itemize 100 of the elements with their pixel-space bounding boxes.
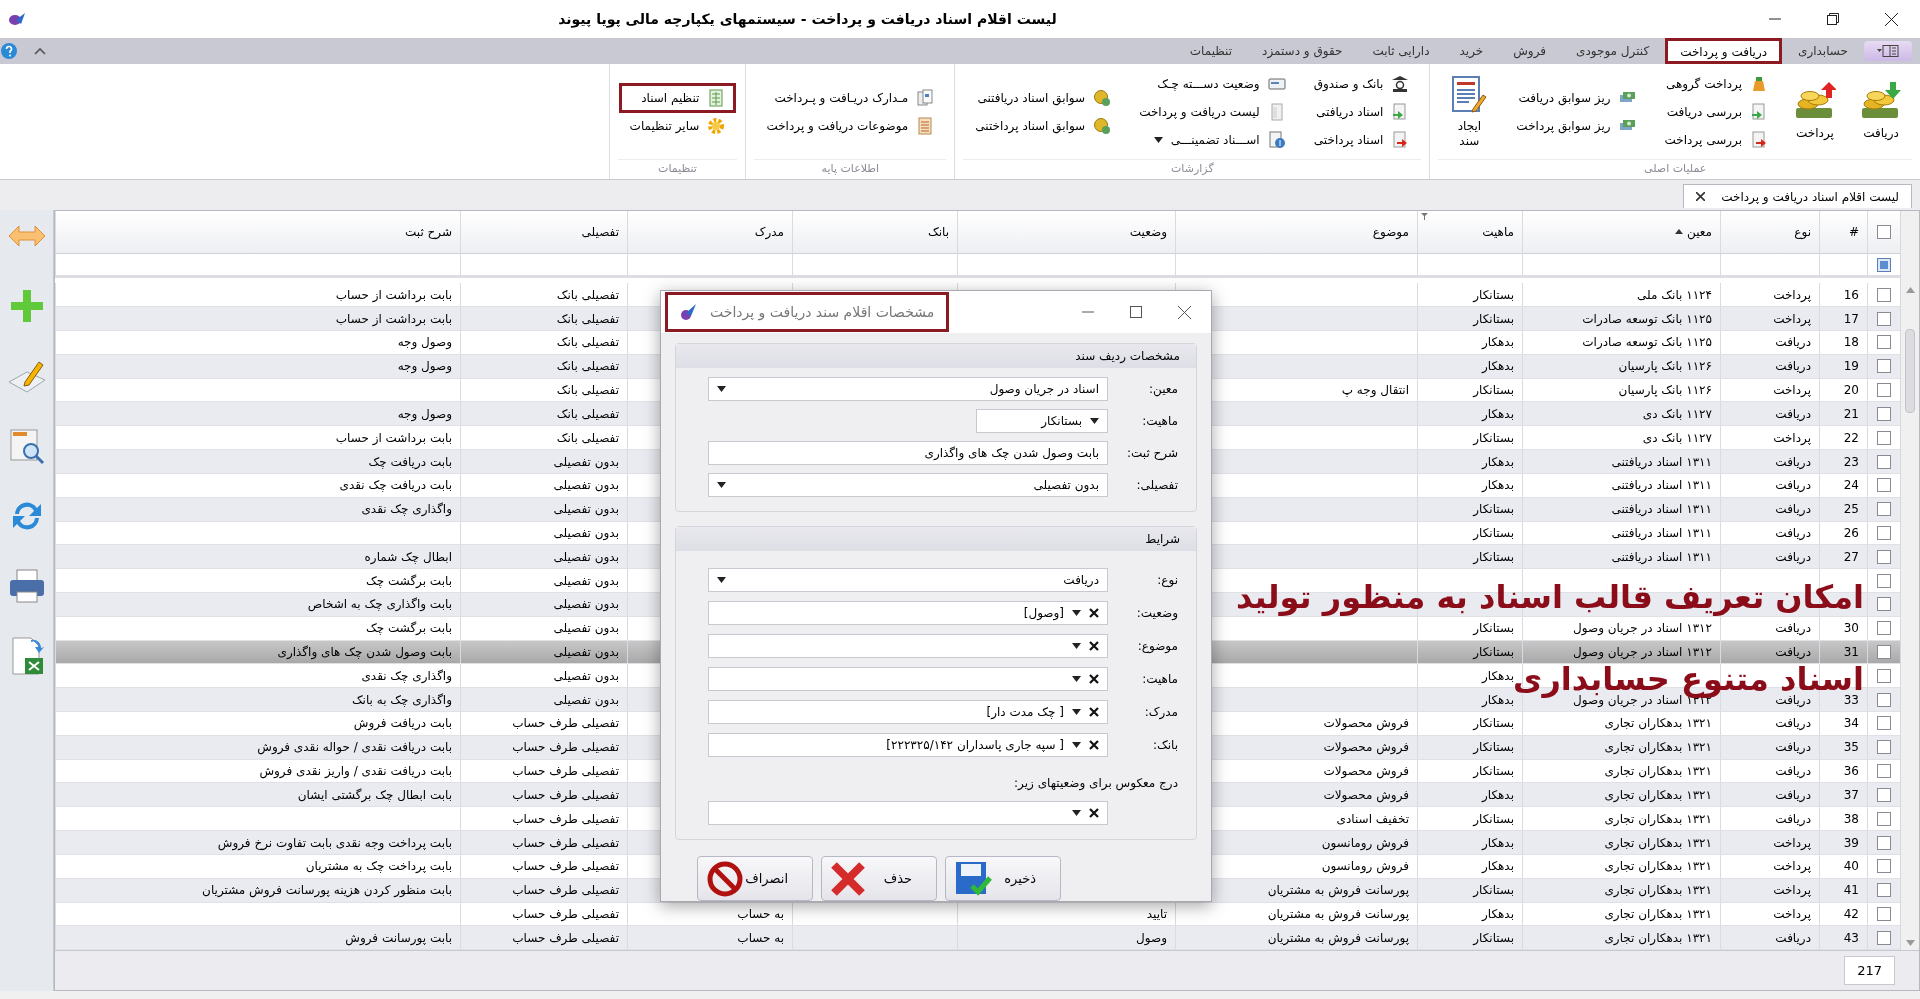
- ribbon-large-button[interactable]: پرداخت: [1788, 82, 1842, 141]
- row-checkbox[interactable]: [1877, 668, 1891, 683]
- ribbon-button[interactable]: اسناد پرداختی: [1305, 127, 1418, 152]
- dropdown-field[interactable]: دریافت: [708, 568, 1108, 592]
- document-tab[interactable]: لیست اقلام اسناد دریافت و پرداخت: [1683, 184, 1912, 208]
- close-icon[interactable]: [1696, 192, 1706, 201]
- clear-icon[interactable]: [1089, 608, 1099, 618]
- column-header[interactable]: موضوع: [1372, 222, 1409, 241]
- multi-select-field[interactable]: [708, 634, 1108, 658]
- column-header[interactable]: وضعیت: [1129, 222, 1167, 241]
- row-checkbox[interactable]: [1877, 478, 1891, 493]
- filter-icon[interactable]: [1421, 213, 1428, 220]
- ribbon-button[interactable]: بررسی پرداخت: [1656, 127, 1776, 152]
- ribbon-tab[interactable]: خرید: [1445, 38, 1498, 64]
- column-header[interactable]: ماهیت: [1482, 222, 1514, 241]
- clear-icon[interactable]: [1089, 641, 1099, 651]
- ribbon-large-button[interactable]: ایجاد سند: [1442, 74, 1497, 149]
- column-header[interactable]: معین: [1687, 222, 1712, 241]
- text-field[interactable]: بابت وصول شدن چک های واگذاری: [708, 441, 1108, 465]
- multi-select-field[interactable]: [ سپه جاری پاسداران ۲۲۲۳۲۵/۱۴۲]: [708, 733, 1108, 757]
- row-checkbox[interactable]: [1877, 740, 1891, 755]
- row-checkbox[interactable]: [1877, 835, 1891, 850]
- scroll-down-arrow-icon[interactable]: [1905, 940, 1915, 946]
- clear-icon[interactable]: [1089, 740, 1099, 750]
- collapse-ribbon-icon[interactable]: [34, 47, 46, 55]
- row-checkbox[interactable]: [1877, 502, 1891, 517]
- ribbon-button[interactable]: ریز سوابق پرداخت: [1508, 113, 1645, 138]
- multi-select-field[interactable]: [وصول]: [708, 601, 1108, 625]
- row-checkbox[interactable]: [1877, 906, 1891, 921]
- scrollbar-thumb[interactable]: [1905, 329, 1915, 413]
- row-checkbox[interactable]: [1877, 549, 1891, 564]
- help-icon[interactable]: [0, 42, 18, 60]
- ribbon-button[interactable]: پرداخت گروهی: [1656, 71, 1776, 96]
- row-checkbox[interactable]: [1877, 287, 1891, 302]
- close-icon[interactable]: [1885, 12, 1898, 26]
- row-checkbox[interactable]: [1877, 621, 1891, 636]
- row-checkbox[interactable]: [1877, 406, 1891, 421]
- restore-icon[interactable]: [1827, 13, 1839, 25]
- ribbon-tab[interactable]: دارایی ثابت: [1358, 38, 1444, 64]
- clear-icon[interactable]: [1089, 674, 1099, 684]
- ribbon-button[interactable]: اســـناد تضمینـــی: [1131, 127, 1294, 152]
- row-checkbox[interactable]: [1877, 597, 1891, 612]
- multi-select-field[interactable]: [708, 667, 1108, 691]
- select-all-checkbox[interactable]: [1877, 224, 1891, 239]
- panel-toggle-button[interactable]: [1864, 41, 1912, 61]
- dialog-button[interactable]: انصراف: [697, 856, 813, 901]
- row-checkbox[interactable]: [1877, 454, 1891, 469]
- row-checkbox[interactable]: [1877, 335, 1891, 350]
- column-header[interactable]: شرح ثبت: [405, 222, 452, 241]
- row-checkbox[interactable]: [1877, 930, 1891, 945]
- ribbon-button[interactable]: مـدارک دریـافت و پـرداخت: [758, 85, 943, 110]
- filter-row-icon[interactable]: [1877, 257, 1891, 272]
- ribbon-button[interactable]: تنظیم اسناد: [621, 85, 734, 110]
- row-checkbox[interactable]: [1877, 645, 1891, 659]
- row-checkbox[interactable]: [1877, 787, 1891, 802]
- row-checkbox[interactable]: [1877, 525, 1891, 540]
- column-header[interactable]: #: [1848, 222, 1859, 241]
- row-checkbox[interactable]: [1877, 811, 1891, 826]
- ribbon-large-button[interactable]: دریافت: [1854, 82, 1908, 141]
- column-header[interactable]: بانک: [927, 222, 949, 241]
- clear-icon[interactable]: [1089, 808, 1099, 818]
- column-header[interactable]: نوع: [1794, 222, 1811, 241]
- row-checkbox[interactable]: [1877, 859, 1891, 874]
- ribbon-button[interactable]: ریز سوابق دریافت: [1508, 85, 1645, 110]
- dropdown-field[interactable]: اسناد در جریان وصول: [708, 377, 1108, 401]
- row-checkbox[interactable]: [1877, 764, 1891, 779]
- dialog-button[interactable]: حذف: [821, 856, 937, 901]
- clear-icon[interactable]: [1089, 707, 1099, 717]
- row-checkbox[interactable]: [1877, 311, 1891, 326]
- ribbon-button[interactable]: بررسی دریافت: [1656, 99, 1776, 124]
- scroll-up-arrow-icon[interactable]: [1905, 287, 1915, 293]
- dropdown-field[interactable]: بستانکار: [976, 409, 1108, 433]
- row-checkbox[interactable]: [1877, 430, 1891, 445]
- ribbon-button[interactable]: سوابق اسناد پرداختنی: [967, 113, 1120, 138]
- row-checkbox[interactable]: [1877, 692, 1891, 707]
- ribbon-tab[interactable]: فروش: [1499, 38, 1561, 64]
- ribbon-tab[interactable]: دریافت و پرداخت: [1665, 38, 1783, 64]
- dialog-button[interactable]: ذخیره: [945, 856, 1061, 901]
- multi-select-field[interactable]: [ چک مدت دار]: [708, 700, 1108, 724]
- row-checkbox[interactable]: [1877, 716, 1891, 731]
- close-icon[interactable]: [1178, 305, 1191, 319]
- column-header[interactable]: مدرک: [754, 222, 784, 241]
- row-checkbox[interactable]: [1877, 359, 1891, 374]
- row-checkbox[interactable]: [1877, 883, 1891, 898]
- ribbon-button[interactable]: اسناد دریافتی: [1305, 99, 1418, 124]
- ribbon-button[interactable]: بانک و صندوق: [1305, 71, 1418, 96]
- row-checkbox[interactable]: [1877, 383, 1891, 398]
- ribbon-button[interactable]: سوابق اسناد دریافتنی: [967, 85, 1120, 110]
- maximize-icon[interactable]: [1130, 306, 1142, 318]
- ribbon-button[interactable]: لیست دریافت و پرداخت: [1131, 99, 1294, 124]
- ribbon-button[interactable]: وضعیت دســـته چـک: [1131, 71, 1294, 96]
- ribbon-tab[interactable]: حسابداری: [1784, 38, 1862, 64]
- column-header[interactable]: تفصیلی: [581, 222, 619, 241]
- ribbon-button[interactable]: سایر تنظیمات: [621, 113, 734, 138]
- dropdown-field[interactable]: بدون تفصیلی: [708, 473, 1108, 497]
- multi-select-field[interactable]: [708, 801, 1108, 825]
- ribbon-tab[interactable]: حقوق و دستمزد: [1248, 38, 1357, 64]
- ribbon-tab[interactable]: تنظیمات: [1175, 38, 1247, 64]
- ribbon-button[interactable]: موضوعات دریافت و پرداخت: [758, 113, 943, 138]
- ribbon-tab[interactable]: کنترل موجودی: [1562, 38, 1664, 64]
